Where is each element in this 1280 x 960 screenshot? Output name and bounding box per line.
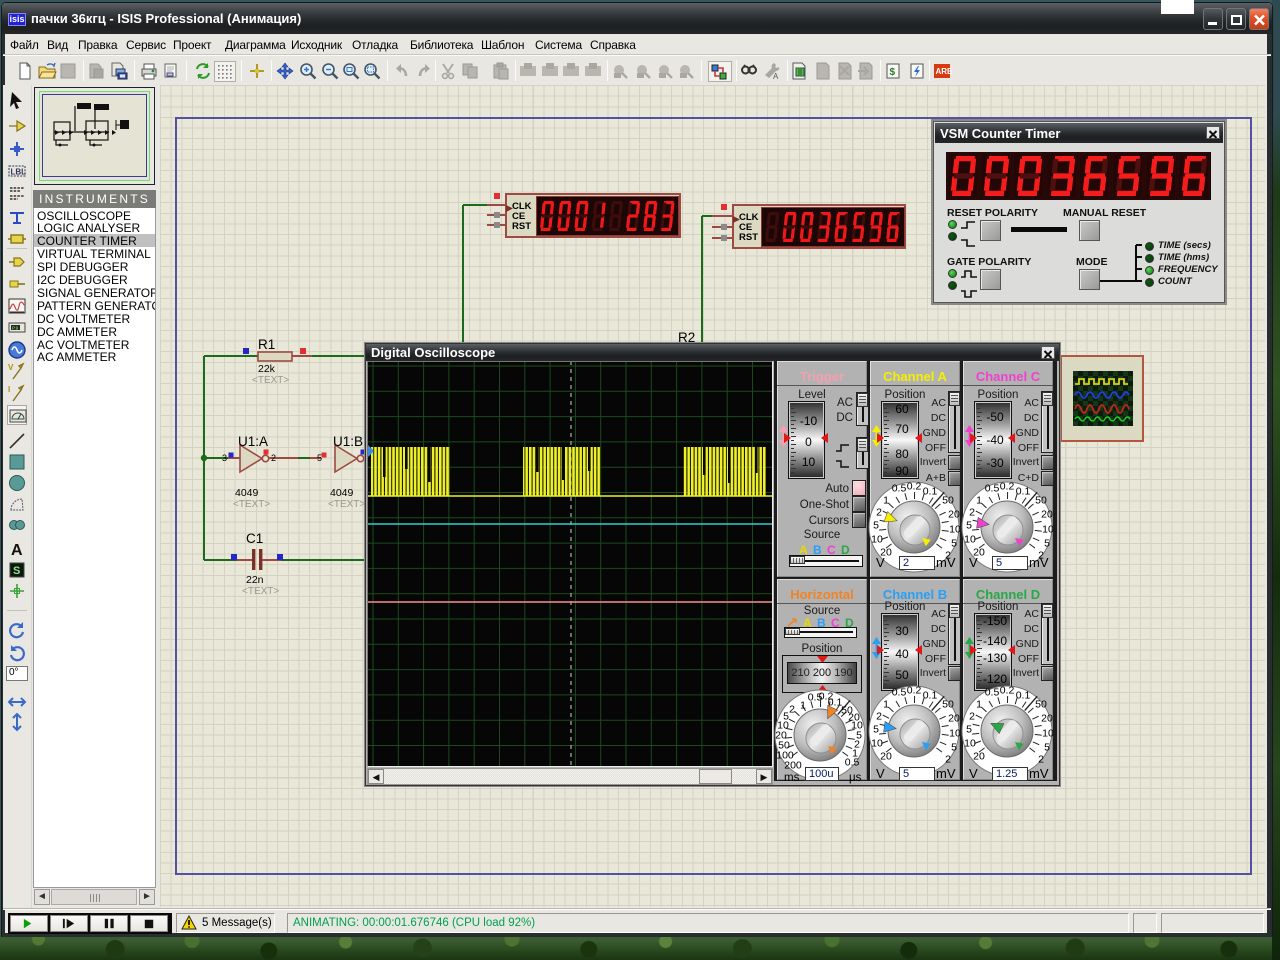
svg-text:50: 50	[942, 495, 954, 507]
svg-text:P.9: P.9	[12, 326, 19, 331]
svg-text:3: 3	[222, 453, 227, 463]
svg-text:A: A	[773, 72, 779, 81]
svg-text:C1: C1	[246, 531, 263, 546]
svg-text:2: 2	[271, 453, 276, 463]
svg-text:I: I	[8, 385, 10, 394]
svg-text:20: 20	[948, 713, 960, 725]
svg-text:0.5: 0.5	[985, 687, 1000, 699]
svg-text:5: 5	[966, 724, 972, 736]
svg-text:50: 50	[942, 699, 954, 711]
svg-text:10: 10	[1042, 728, 1053, 740]
svg-text:U1:A: U1:A	[238, 434, 268, 449]
svg-text:20: 20	[948, 509, 960, 521]
svg-text:<TEXT>: <TEXT>	[328, 499, 365, 510]
svg-text:5: 5	[951, 742, 957, 754]
svg-text:<TEXT>: <TEXT>	[252, 375, 289, 386]
svg-text:2: 2	[969, 507, 975, 519]
svg-text:4049: 4049	[235, 487, 259, 499]
svg-text:2: 2	[945, 754, 951, 766]
svg-text:50: 50	[1035, 699, 1047, 711]
svg-text:2: 2	[789, 704, 795, 716]
svg-text:10: 10	[949, 728, 960, 740]
svg-text:5: 5	[317, 453, 322, 463]
svg-text:20: 20	[880, 751, 892, 763]
svg-text:10: 10	[871, 534, 883, 546]
svg-text:0.2: 0.2	[907, 481, 922, 493]
svg-text:10: 10	[964, 534, 976, 546]
svg-text:RST: RST	[512, 221, 531, 232]
svg-text:5: 5	[873, 724, 879, 736]
svg-text:0.5: 0.5	[845, 757, 860, 769]
svg-text:0.1: 0.1	[923, 690, 938, 702]
svg-text:V: V	[8, 363, 14, 372]
svg-text:0.5: 0.5	[985, 483, 1000, 495]
svg-text:0.1: 0.1	[1016, 690, 1031, 702]
svg-text:2: 2	[969, 711, 975, 723]
svg-text:200: 200	[784, 760, 802, 772]
svg-text:2: 2	[876, 711, 882, 723]
svg-text:2: 2	[1038, 754, 1044, 766]
svg-text:5: 5	[1044, 742, 1050, 754]
svg-text:LBL: LBL	[11, 168, 27, 177]
svg-text:1: 1	[883, 699, 889, 711]
svg-text:RST: RST	[739, 232, 758, 243]
svg-text:0.1: 0.1	[1016, 486, 1031, 498]
svg-text:0.2: 0.2	[1000, 481, 1015, 493]
svg-text:22k: 22k	[258, 363, 276, 375]
svg-text:0.5: 0.5	[892, 687, 907, 699]
svg-text:1: 1	[976, 699, 982, 711]
svg-text:R1: R1	[258, 337, 275, 352]
svg-text:0.2: 0.2	[907, 685, 922, 697]
svg-text:ARES: ARES	[936, 67, 953, 76]
svg-text:5: 5	[873, 520, 879, 532]
svg-text:2: 2	[876, 507, 882, 519]
svg-text:0.5: 0.5	[892, 483, 907, 495]
svg-text:5: 5	[1044, 538, 1050, 550]
svg-text:<TEXT>: <TEXT>	[242, 586, 279, 597]
svg-text:22n: 22n	[246, 574, 264, 586]
svg-text:20: 20	[1041, 713, 1053, 725]
svg-text:4049: 4049	[330, 487, 354, 499]
svg-text:U1:B: U1:B	[333, 434, 363, 449]
svg-text:<TEXT>: <TEXT>	[233, 499, 270, 510]
svg-text:20: 20	[973, 751, 985, 763]
svg-text:A: A	[11, 542, 23, 559]
svg-text:10: 10	[949, 524, 960, 536]
svg-text:20: 20	[1041, 509, 1053, 521]
svg-text:5: 5	[966, 520, 972, 532]
svg-text:$: $	[890, 67, 896, 78]
svg-text:1: 1	[800, 700, 806, 712]
svg-text:0.2: 0.2	[1000, 685, 1015, 697]
svg-text:10: 10	[1042, 524, 1053, 536]
svg-text:10: 10	[871, 738, 883, 750]
svg-text:1: 1	[883, 495, 889, 507]
svg-text:5: 5	[951, 538, 957, 550]
svg-text:50: 50	[1035, 495, 1047, 507]
svg-text:1: 1	[976, 495, 982, 507]
svg-text:S: S	[13, 565, 20, 577]
svg-text:0.1: 0.1	[923, 486, 938, 498]
svg-text:10: 10	[964, 738, 976, 750]
